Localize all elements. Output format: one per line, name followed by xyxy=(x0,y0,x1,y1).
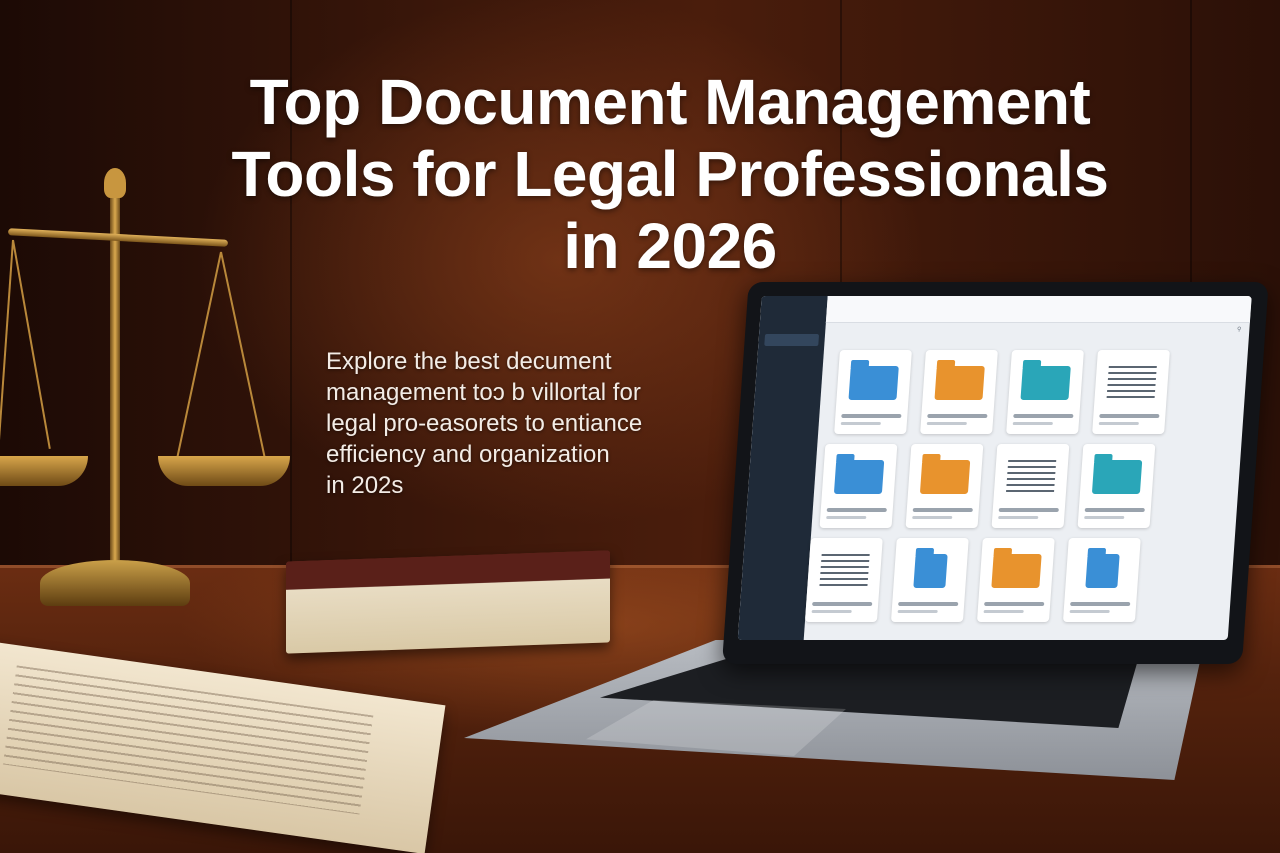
card-sublabel xyxy=(897,610,938,613)
folder-icon xyxy=(1091,460,1143,494)
card-label xyxy=(1013,414,1074,418)
folder-icon xyxy=(848,366,899,400)
file-card xyxy=(819,444,898,528)
file-card xyxy=(1006,350,1084,434)
scene: ⚲ Top Document Management Tools for Lega… xyxy=(0,0,1280,853)
card-sublabel xyxy=(1012,422,1053,425)
folder-icon xyxy=(991,554,1042,588)
scale-pan-right xyxy=(158,456,290,486)
subtitle-line: legal pro-easorets to entiance xyxy=(326,410,643,437)
sidebar-item xyxy=(758,430,813,442)
card-sublabel xyxy=(1098,422,1139,425)
laptop-screen: ⚲ xyxy=(737,296,1252,640)
file-card xyxy=(1092,350,1170,434)
subtitle-line: Explore the best decument xyxy=(326,348,612,375)
file-card xyxy=(991,444,1070,528)
card-label xyxy=(1099,414,1160,418)
folder-icon xyxy=(833,460,885,494)
card-sublabel xyxy=(998,516,1039,519)
subtitle-line: in 202s xyxy=(326,472,404,499)
card-label xyxy=(1070,602,1131,606)
card-sublabel xyxy=(912,516,953,519)
headline-line: Tools for Legal Professionals xyxy=(231,138,1109,210)
scale-base xyxy=(40,560,190,606)
card-label xyxy=(841,414,902,418)
document-icon xyxy=(1106,366,1157,400)
file-card xyxy=(890,538,969,622)
file-card xyxy=(920,350,998,434)
file-card xyxy=(1077,444,1156,528)
scale-post xyxy=(110,190,120,560)
card-label xyxy=(898,602,959,606)
card-sublabel xyxy=(1084,516,1125,519)
card-sublabel xyxy=(811,610,852,613)
search-icon: ⚲ xyxy=(1236,327,1242,333)
card-label xyxy=(912,508,973,512)
sidebar-item xyxy=(759,406,814,418)
file-icon xyxy=(913,554,948,588)
file-card xyxy=(804,538,883,622)
folder-icon xyxy=(919,460,971,494)
card-sublabel xyxy=(826,516,867,519)
card-label xyxy=(1084,508,1145,512)
file-card xyxy=(976,538,1055,622)
headline-line: in 2026 xyxy=(563,210,777,282)
sidebar-item xyxy=(756,454,811,466)
document-icon xyxy=(819,554,870,588)
sidebar-item xyxy=(764,334,820,346)
paper-text-lines xyxy=(2,665,374,815)
app-topbar xyxy=(825,296,1252,323)
headline-line: Top Document Management xyxy=(249,66,1091,138)
file-card xyxy=(1062,538,1141,622)
laptop-lid: ⚲ xyxy=(722,282,1269,664)
card-label xyxy=(826,508,887,512)
sidebar-item xyxy=(763,358,818,370)
card-label xyxy=(984,602,1045,606)
folder-icon xyxy=(1020,366,1071,400)
document-icon xyxy=(1005,460,1057,494)
card-label xyxy=(927,414,988,418)
card-sublabel xyxy=(926,422,967,425)
subtitle-line: efficiency and organization xyxy=(326,441,610,468)
file-card xyxy=(834,350,912,434)
file-card xyxy=(905,444,984,528)
card-sublabel xyxy=(1069,610,1110,613)
headline: Top Document Management Tools for Legal … xyxy=(120,66,1220,282)
card-label xyxy=(998,508,1059,512)
sidebar-item xyxy=(761,382,816,394)
closed-book xyxy=(286,550,610,654)
subtitle-line: management toɔ b villortal for xyxy=(326,379,641,406)
card-sublabel xyxy=(983,610,1024,613)
folder-icon xyxy=(934,366,985,400)
card-sublabel xyxy=(840,422,881,425)
card-label xyxy=(812,602,873,606)
file-icon xyxy=(1085,554,1120,588)
subtitle-paragraph: Explore the best decument management toɔ… xyxy=(326,346,726,501)
